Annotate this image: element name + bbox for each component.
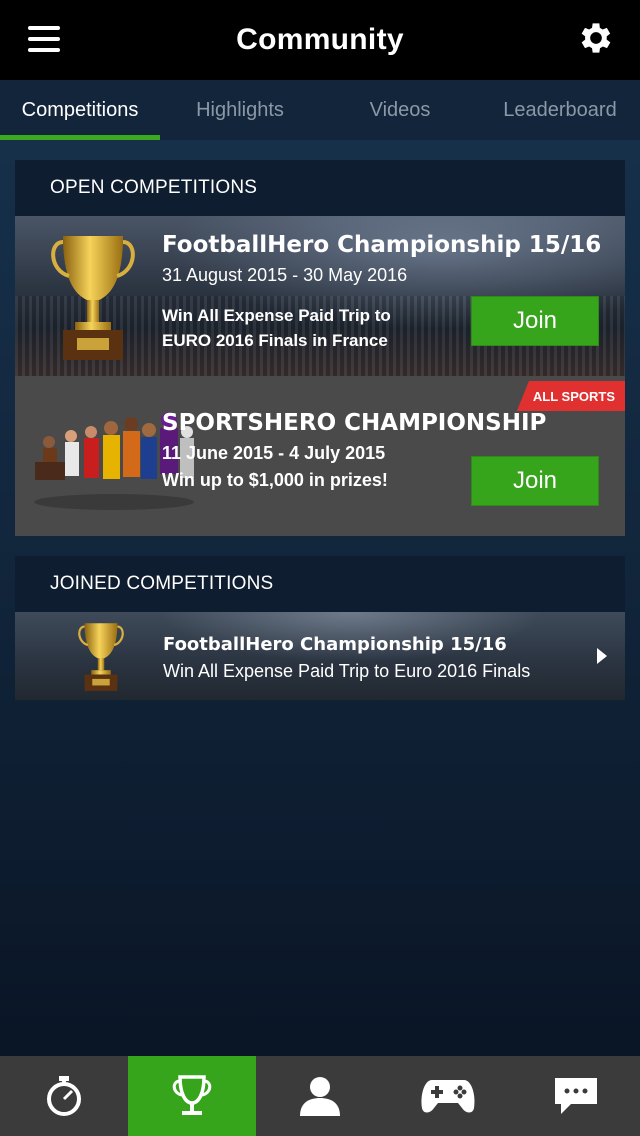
user-icon xyxy=(300,1077,340,1116)
chevron-right-icon xyxy=(597,648,607,664)
page-title: Community xyxy=(236,23,404,56)
trophy-icon xyxy=(51,236,135,360)
competition-prize-line1: Win All Expense Paid Trip to xyxy=(162,306,391,325)
competition-card-sportshero[interactable]: ALL SPORTS SPORTSHERO CHAMPIONSHIP 11 Ju… xyxy=(15,376,625,536)
competition-prize: Win up to $1,000 in prizes! xyxy=(162,470,388,490)
join-button[interactable]: Join xyxy=(471,456,599,506)
gear-icon[interactable] xyxy=(576,18,616,58)
tab-leaderboard[interactable]: Leaderboard xyxy=(480,80,640,140)
joined-competitions-heading: JOINED COMPETITIONS xyxy=(15,556,625,612)
app-header: Community xyxy=(0,0,640,80)
nav-games[interactable] xyxy=(384,1056,512,1136)
tab-competitions[interactable]: Competitions xyxy=(0,80,160,140)
open-competitions-heading: OPEN COMPETITIONS xyxy=(15,160,625,216)
tab-videos[interactable]: Videos xyxy=(320,80,480,140)
competition-prize-line2: EURO 2016 Finals in France xyxy=(162,331,388,350)
trophy-icon xyxy=(172,1075,212,1115)
join-button[interactable]: Join xyxy=(471,296,599,346)
competition-title: FootballHero Championship 15/16 xyxy=(162,232,602,258)
joined-competition-title: FootballHero Championship 15/16 xyxy=(163,634,507,655)
nav-competitions[interactable] xyxy=(128,1056,256,1136)
competition-card-footballhero[interactable]: FootballHero Championship 15/16 31 Augus… xyxy=(15,216,625,376)
nav-stopwatch[interactable] xyxy=(0,1056,128,1136)
chat-icon xyxy=(555,1078,597,1114)
joined-competition-subtitle: Win All Expense Paid Trip to Euro 2016 F… xyxy=(163,661,531,681)
bottom-navigation xyxy=(0,1056,640,1136)
competition-dates: 11 June 2015 - 4 July 2015 xyxy=(162,443,386,463)
trophy-icon xyxy=(78,623,124,691)
all-sports-badge: ALL SPORTS xyxy=(516,381,625,411)
gamepad-icon xyxy=(421,1080,475,1113)
competition-title: SPORTSHERO CHAMPIONSHIP xyxy=(162,410,547,436)
stopwatch-icon xyxy=(47,1076,81,1116)
nav-profile[interactable] xyxy=(256,1056,384,1136)
hamburger-menu-icon[interactable] xyxy=(28,26,60,54)
nav-chat[interactable] xyxy=(512,1056,640,1136)
competition-dates: 31 August 2015 - 30 May 2016 xyxy=(162,265,408,285)
tab-bar: Competitions Highlights Videos Leaderboa… xyxy=(0,80,640,140)
tab-highlights[interactable]: Highlights xyxy=(160,80,320,140)
joined-competition-row[interactable]: FootballHero Championship 15/16 Win All … xyxy=(15,612,625,700)
